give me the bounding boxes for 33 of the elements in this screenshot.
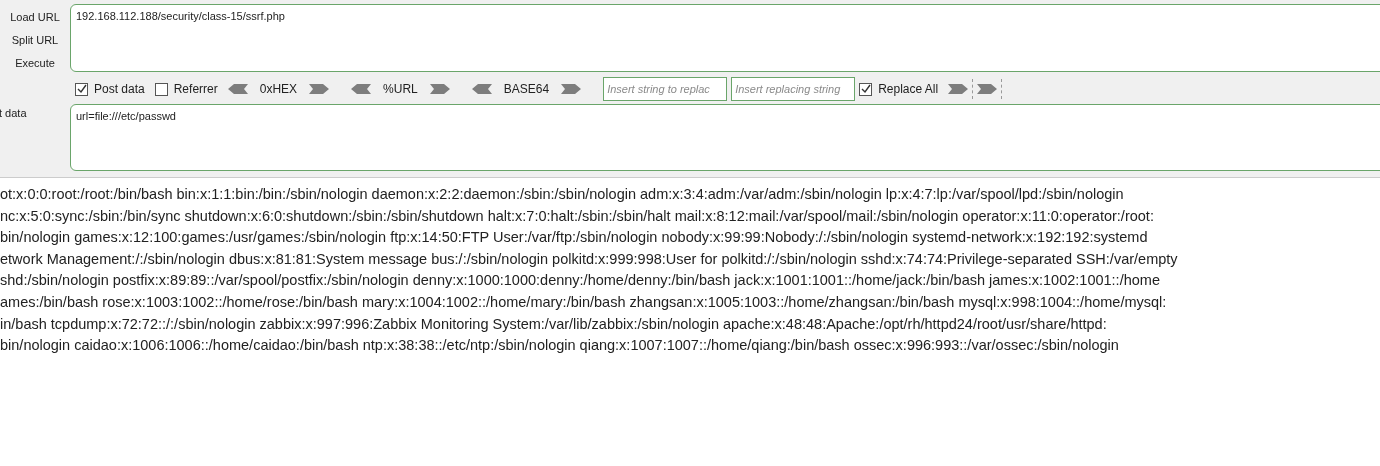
output-line: ot:x:0:0:root:/root:/bin/bash bin:x:1:1:bin:/bin:/sbin/nologin daemon:x:2:2:daemon:/sbin:/sbin/nologin adm:x:3:4:adm:/var/adm:/sbin/nologin lp:x:4:7:lp:/var/spool/lpd:/sbin/nologin bbox=[0, 185, 1124, 204]
codec-button[interactable]: 0xHEX bbox=[259, 80, 298, 98]
output-line: nc:x:5:0:sync:/sbin:/bin/sync shutdown:x:6:0:shutdown:/sbin:/sbin/shutdown halt:x:7:0:halt:/sbin:/sbin/halt mail:x:8:12:mail:/var/spool/mail:/sbin/nologin operator:x:11:0:operator:/root: bbox=[0, 206, 1154, 226]
output-line: ames:/bin/bash rose:x:1003:1002::/home/rose:/bin/bash mary:x:1004:1002::/home/mary:/bin/bash zhangsan:x:1005:1003::/home/zhangsan:/bin/bash mysql:x:998:1004::/home/mysql: bbox=[0, 292, 1167, 312]
url-field[interactable]: 192.168.112.188/security/class-15/ssrf.php bbox=[70, 4, 1380, 72]
output-line: shd:/sbin/nologin postfix:x:89:89::/var/spool/postfix:/sbin/nologin denny:x:1000:1000:denny:/home/denny:/bin/bash jack:x:1001:1001::/home/jack:/bin/bash james:x:1002:1001::/home bbox=[0, 271, 1160, 291]
checkbox-label: Replace All bbox=[878, 81, 939, 98]
post-data-label: t data bbox=[0, 106, 28, 121]
sidebar-button[interactable]: Execute bbox=[15, 54, 55, 73]
arrow-icon[interactable] bbox=[948, 84, 969, 94]
encode-arrow-icon bbox=[227, 84, 248, 94]
replace-field[interactable]: Insert replacing string bbox=[731, 77, 856, 101]
checkbox-label: Post data bbox=[94, 81, 145, 98]
decode-arrow-icon bbox=[309, 84, 330, 94]
checkbox[interactable] bbox=[154, 82, 168, 96]
decode-arrow-icon bbox=[561, 84, 582, 94]
encode-arrow-icon bbox=[471, 84, 492, 94]
output-line: bin/nologin caidao:x:1006:1006::/home/caidao:/bin/bash ntp:x:38:38::/etc/ntp:/sbin/nologin qiang:x:1007:1007::/home/qiang:/bin/bash ossec:x:996:993::/var/ossec:/sbin/nologin bbox=[0, 336, 1119, 356]
encode-arrow-icon bbox=[351, 84, 372, 94]
codec-button[interactable]: BASE64 bbox=[503, 80, 550, 98]
checkbox-label: Referrer bbox=[173, 81, 218, 98]
checkbox[interactable] bbox=[859, 82, 873, 96]
sidebar-button[interactable]: Split URL bbox=[11, 31, 59, 50]
post-data-field[interactable]: url=file:///etc/passwd bbox=[70, 104, 1380, 171]
output-line: bin/nologin games:x:12:100:games:/usr/games:/sbin/nologin ftp:x:14:50:FTP User:/var/ftp:/sbin/nologin nobody:x:99:99:Nobody:/:/sbin/nologin systemd-network:x:192:192:systemd bbox=[0, 228, 1148, 248]
codec-button[interactable]: %URL bbox=[383, 80, 418, 98]
output-line: etwork Management:/:/sbin/nologin dbus:x:81:81:System message bus:/:/sbin/nologin polkitd:x:999:998:User for polkitd:/:/sbin/nologin sshd:x:74:74:Privilege-separated SSH:/var/empty bbox=[0, 249, 1178, 269]
sidebar-button[interactable]: Load URL bbox=[10, 8, 60, 27]
output-line: in/bash tcpdump:x:72:72::/:/sbin/nologin zabbix:x:997:996:Zabbix Monitoring System:/var/lib/zabbix:/sbin/nologin apache:x:48:48:Apache:/opt/rh/httpd24/root/usr/share/httpd: bbox=[0, 314, 1107, 334]
checkbox[interactable] bbox=[75, 82, 88, 96]
arrow-icon[interactable] bbox=[977, 84, 998, 94]
replace-field[interactable]: Insert string to replac bbox=[603, 77, 728, 101]
decode-arrow-icon bbox=[429, 84, 450, 94]
